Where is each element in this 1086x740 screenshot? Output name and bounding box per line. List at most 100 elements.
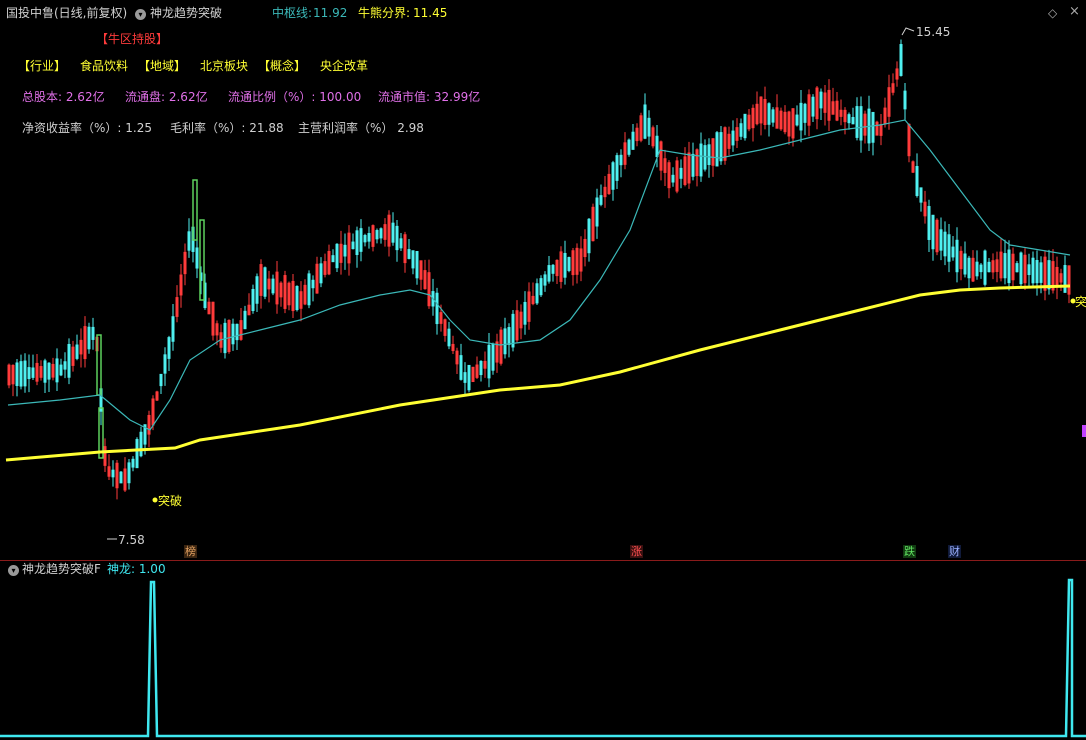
candle-body bbox=[975, 261, 979, 277]
candle-body bbox=[459, 355, 463, 380]
roe: 净资收益率（%）: 1.25 bbox=[22, 121, 152, 135]
candle-body bbox=[511, 313, 515, 348]
candle-body bbox=[23, 360, 27, 387]
candle-body bbox=[595, 197, 599, 227]
candle-body bbox=[127, 462, 131, 484]
tag-cai[interactable]: 财 bbox=[948, 545, 961, 558]
float-shares: 流通盘: 2.62亿 bbox=[125, 90, 208, 104]
concept-tag: 【概念】 bbox=[258, 59, 307, 73]
candle-body bbox=[139, 431, 143, 457]
candle-body bbox=[543, 274, 547, 286]
candle-body bbox=[803, 103, 807, 123]
candle-body bbox=[331, 255, 335, 263]
candle-body bbox=[163, 354, 167, 374]
candle-body bbox=[31, 367, 35, 378]
candle-body bbox=[731, 130, 735, 146]
tag-die[interactable]: 跌 bbox=[903, 545, 916, 558]
candle-body bbox=[915, 166, 919, 196]
high-arrow bbox=[901, 27, 915, 36]
tag-zhang[interactable]: 涨 bbox=[630, 545, 643, 558]
candle-body bbox=[1039, 262, 1043, 283]
candle-body bbox=[563, 252, 567, 278]
candle-body bbox=[379, 228, 383, 239]
candle-body bbox=[307, 273, 311, 306]
candle-body bbox=[1027, 264, 1031, 276]
candle-body bbox=[627, 139, 631, 155]
candle-body bbox=[611, 162, 615, 190]
candle-body bbox=[507, 327, 511, 345]
candle-body bbox=[903, 90, 907, 110]
candle-body bbox=[951, 246, 955, 258]
candle-body bbox=[811, 96, 815, 117]
tag-bang[interactable]: 榜 bbox=[184, 545, 197, 558]
indicator-chart[interactable] bbox=[0, 562, 1086, 740]
candle-body bbox=[1015, 263, 1019, 273]
candle-body bbox=[983, 250, 987, 285]
candle-body bbox=[719, 132, 723, 162]
breakout-label: 突破 bbox=[158, 494, 183, 508]
candle-body bbox=[679, 167, 683, 179]
candle-body bbox=[655, 135, 659, 158]
candle-body bbox=[551, 264, 555, 274]
candle-body bbox=[47, 362, 51, 380]
candle-body bbox=[1007, 249, 1011, 284]
candle-body bbox=[799, 102, 803, 131]
candle-body bbox=[707, 144, 711, 166]
candle-body bbox=[1031, 257, 1035, 284]
candle-body bbox=[111, 469, 115, 478]
candle-body bbox=[167, 337, 171, 359]
candle-body bbox=[847, 114, 851, 124]
candle-body bbox=[647, 117, 651, 137]
industry-tag: 【行业】 bbox=[18, 59, 67, 73]
concept-value: 央企改革 bbox=[320, 59, 369, 73]
candle-body bbox=[1063, 265, 1067, 293]
candle-body bbox=[351, 241, 355, 250]
candle-body bbox=[407, 249, 411, 259]
candle-body bbox=[43, 360, 47, 383]
candle-body bbox=[535, 283, 539, 304]
region-value: 北京板块 bbox=[200, 59, 249, 73]
candle-body bbox=[1035, 260, 1039, 284]
candle-body bbox=[391, 222, 395, 243]
candlestick-chart[interactable] bbox=[0, 0, 1086, 560]
candle-body bbox=[1003, 253, 1007, 279]
candle-body bbox=[703, 145, 707, 170]
candle-body bbox=[255, 276, 259, 304]
candle-body bbox=[367, 233, 371, 242]
candle-body bbox=[195, 247, 199, 269]
candle-body bbox=[467, 364, 471, 391]
bull-zone-tag: 【牛区持股】 bbox=[96, 32, 169, 46]
panel-divider[interactable] bbox=[0, 560, 1086, 561]
candle-body bbox=[415, 251, 419, 279]
candle-body bbox=[359, 228, 363, 252]
candle-body bbox=[599, 195, 603, 205]
candle-body bbox=[187, 231, 191, 251]
candle-body bbox=[87, 326, 91, 350]
candle-body bbox=[955, 239, 959, 273]
candle-body bbox=[855, 106, 859, 138]
high-price-label: 15.45 bbox=[916, 25, 951, 39]
candle-body bbox=[631, 131, 635, 150]
candle-body bbox=[947, 234, 951, 262]
candle-body bbox=[55, 358, 59, 383]
candle-body bbox=[967, 257, 971, 279]
candle-body bbox=[699, 143, 703, 177]
candle-body bbox=[859, 106, 863, 141]
candle-body bbox=[931, 214, 935, 250]
candle-body bbox=[767, 103, 771, 125]
candle-body bbox=[263, 267, 267, 297]
candle-body bbox=[435, 292, 439, 325]
candle-body bbox=[375, 230, 379, 240]
candle-body bbox=[547, 265, 551, 282]
candle-body bbox=[795, 114, 799, 126]
candle-body bbox=[523, 301, 527, 325]
candle-body bbox=[251, 288, 255, 312]
candle-body bbox=[479, 360, 483, 376]
net-margin: 主营利润率（%） 2.98 bbox=[298, 121, 424, 135]
candle-body bbox=[739, 123, 743, 137]
candle-body bbox=[343, 244, 347, 257]
candle-body bbox=[743, 113, 747, 139]
candle-body bbox=[231, 323, 235, 345]
candle-body bbox=[27, 367, 31, 380]
candle-body bbox=[135, 439, 139, 469]
